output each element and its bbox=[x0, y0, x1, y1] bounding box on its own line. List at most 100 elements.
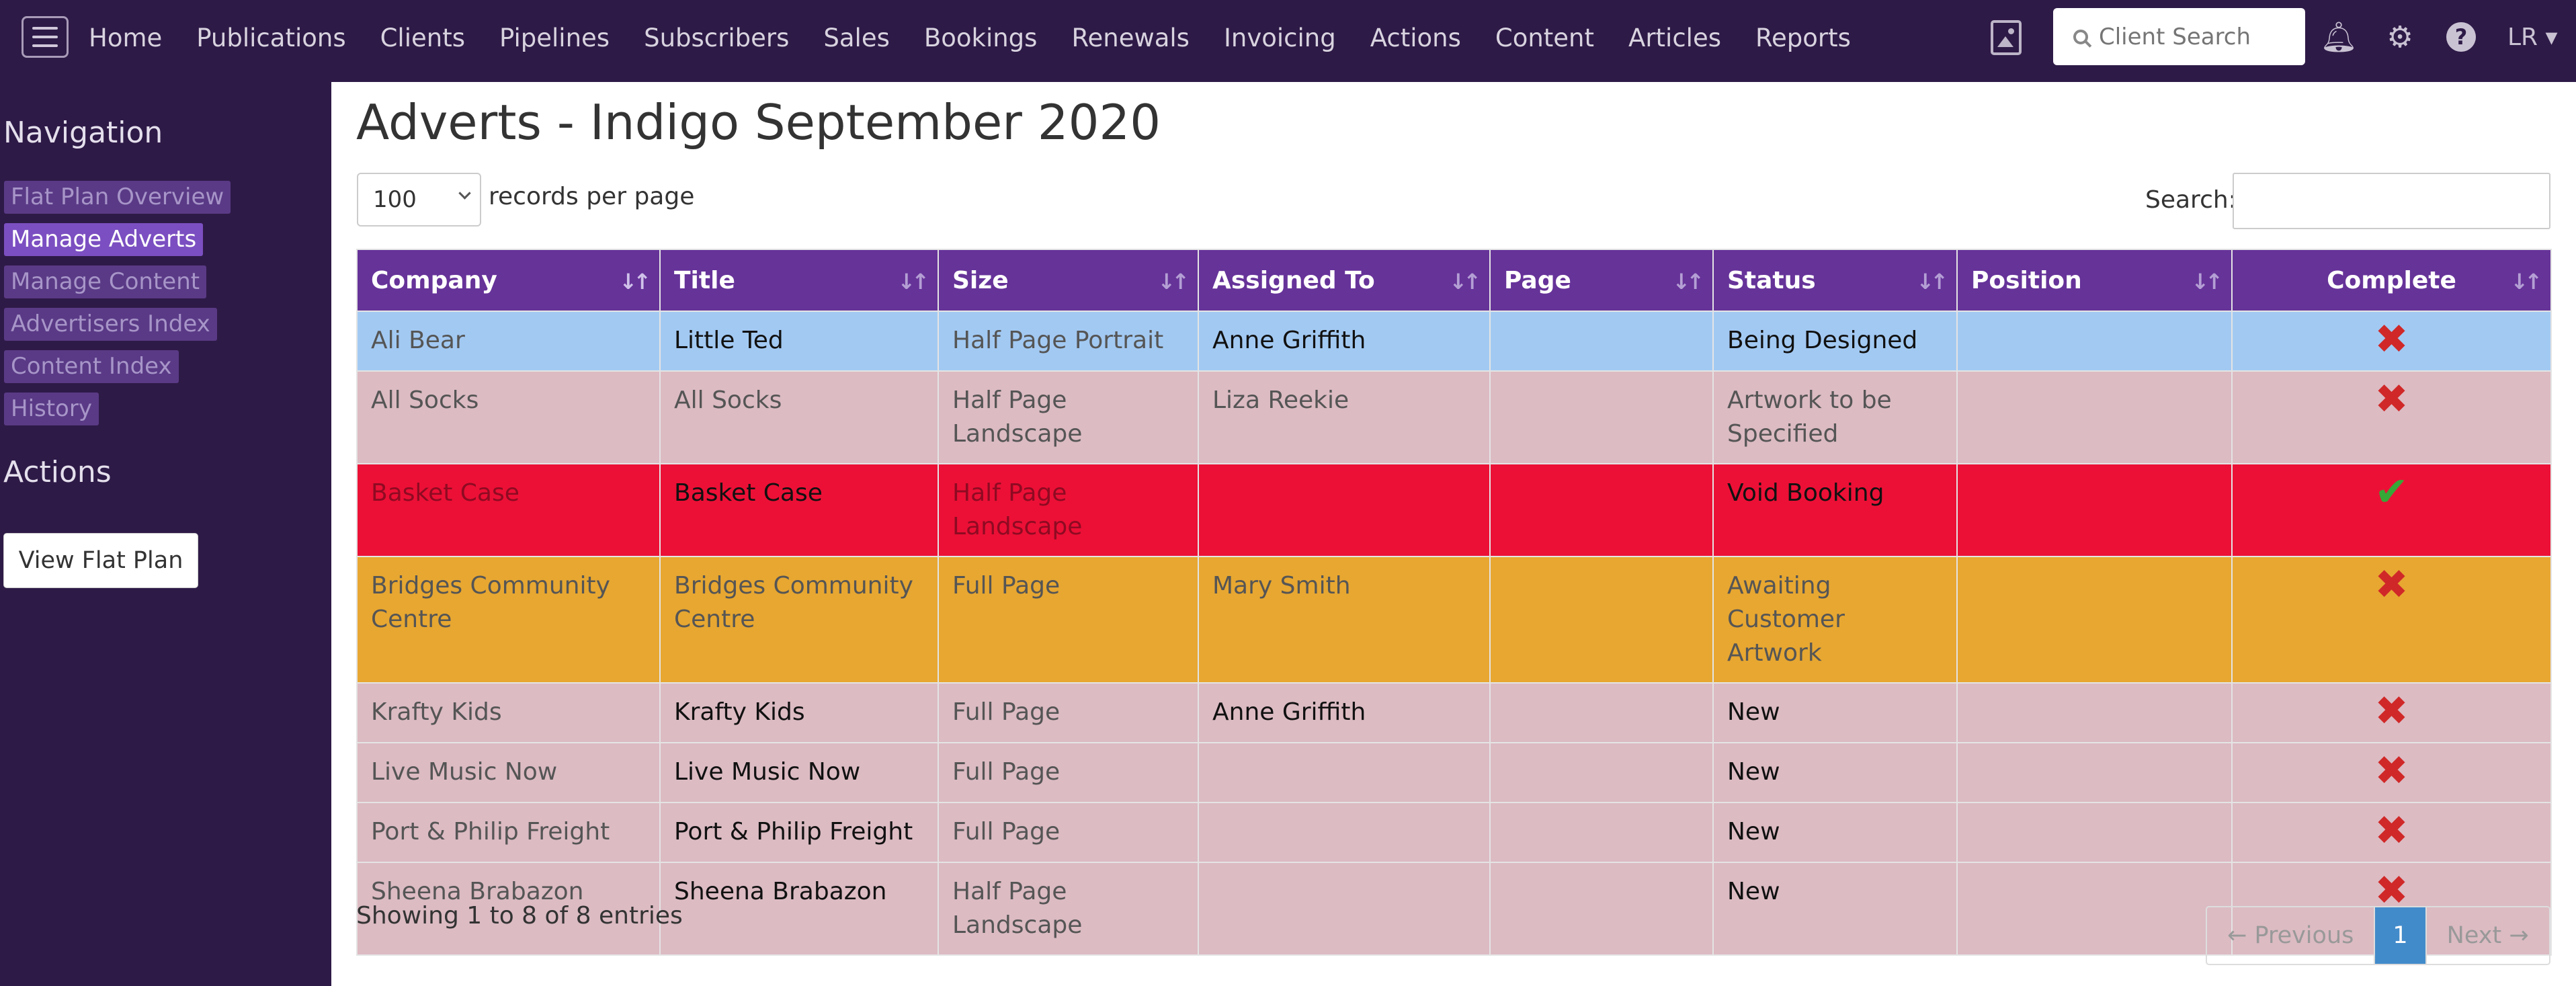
table-row[interactable]: Ali Bear Little Ted Half Page Portrait A… bbox=[356, 311, 2552, 372]
adverts-table: Company ↓↑ Title ↓↑ Size ↓↑ Assigned To ↓↑ P… bbox=[356, 249, 2552, 956]
cell-position bbox=[1956, 556, 2233, 684]
cell-company: Port & Philip Freight bbox=[356, 802, 661, 863]
sidebar-item-advertisers-index[interactable]: Advertisers Index bbox=[4, 308, 217, 341]
cell-status: New bbox=[1712, 802, 1958, 863]
cell-page bbox=[1489, 311, 1714, 372]
cell-title: Live Music Now bbox=[659, 742, 939, 803]
image-icon[interactable] bbox=[1991, 20, 2022, 55]
table-row[interactable]: Port & Philip Freight Port & Philip Frei… bbox=[356, 802, 2552, 863]
cell-complete: ✖ bbox=[2231, 682, 2552, 743]
table-row[interactable]: Bridges Community Centre Bridges Communi… bbox=[356, 556, 2552, 684]
hamburger-menu-icon[interactable] bbox=[22, 16, 69, 58]
cell-size: Full Page bbox=[938, 556, 1199, 684]
cell-page bbox=[1489, 742, 1714, 803]
adverts-table-wrapper: Company ↓↑ Title ↓↑ Size ↓↑ Assigned To ↓↑ P… bbox=[356, 249, 2552, 956]
nav-content[interactable]: Content bbox=[1495, 24, 1594, 52]
nav-sales[interactable]: Sales bbox=[823, 24, 889, 52]
column-header-status[interactable]: Status ↓↑ bbox=[1712, 249, 1958, 312]
cell-assigned-to bbox=[1198, 463, 1491, 557]
cell-status: Awaiting Customer Artwork bbox=[1712, 556, 1958, 684]
column-header-company[interactable]: Company ↓↑ bbox=[356, 249, 661, 312]
main-nav: Home Publications Clients Pipelines Subs… bbox=[89, 0, 1885, 75]
cell-position bbox=[1956, 682, 2233, 743]
search-icon bbox=[2073, 29, 2088, 44]
cell-page bbox=[1489, 556, 1714, 684]
column-header-title[interactable]: Title ↓↑ bbox=[659, 249, 939, 312]
nav-subscribers[interactable]: Subscribers bbox=[644, 24, 789, 52]
sort-icon: ↓↑ bbox=[1157, 269, 1190, 294]
cell-complete: ✔ bbox=[2231, 463, 2552, 557]
search-label: Search: bbox=[2145, 186, 2237, 214]
sort-icon: ↓↑ bbox=[2510, 269, 2542, 294]
sidebar-item-content-index[interactable]: Content Index bbox=[4, 350, 179, 383]
cross-icon: ✖ bbox=[2374, 688, 2409, 735]
sidebar-item-history[interactable]: History bbox=[4, 393, 99, 425]
nav-invoicing[interactable]: Invoicing bbox=[1224, 24, 1336, 52]
help-icon[interactable]: ? bbox=[2441, 15, 2481, 59]
client-search-box[interactable] bbox=[2053, 8, 2305, 65]
nav-clients[interactable]: Clients bbox=[380, 24, 465, 52]
top-navbar: Home Publications Clients Pipelines Subs… bbox=[0, 0, 2576, 82]
page-1-button[interactable]: 1 bbox=[2375, 907, 2425, 964]
sort-icon: ↓↑ bbox=[897, 269, 929, 294]
cell-complete: ✖ bbox=[2231, 802, 2552, 863]
sidebar-item-flat-plan-overview[interactable]: Flat Plan Overview bbox=[4, 181, 231, 214]
column-header-page[interactable]: Page ↓↑ bbox=[1489, 249, 1714, 312]
column-header-complete[interactable]: Complete ↓↑ bbox=[2231, 249, 2552, 312]
cell-assigned-to: Anne Griffith bbox=[1198, 682, 1491, 743]
cross-icon: ✖ bbox=[2374, 561, 2409, 608]
nav-reports[interactable]: Reports bbox=[1755, 24, 1851, 52]
view-flat-plan-button[interactable]: View Flat Plan bbox=[3, 533, 198, 588]
nav-bookings[interactable]: Bookings bbox=[924, 24, 1038, 52]
cell-position bbox=[1956, 463, 2233, 557]
column-header-assigned-to[interactable]: Assigned To ↓↑ bbox=[1198, 249, 1491, 312]
cell-assigned-to bbox=[1198, 742, 1491, 803]
previous-page-button[interactable]: ← Previous bbox=[2207, 907, 2376, 964]
column-header-size[interactable]: Size ↓↑ bbox=[938, 249, 1199, 312]
cell-position bbox=[1956, 802, 2233, 863]
nav-actions[interactable]: Actions bbox=[1370, 24, 1461, 52]
user-menu[interactable]: LR ▾ bbox=[2507, 24, 2558, 51]
sidebar: Navigation Flat Plan Overview Manage Adv… bbox=[0, 82, 331, 986]
nav-publications[interactable]: Publications bbox=[196, 24, 345, 52]
cross-icon: ✖ bbox=[2374, 316, 2409, 363]
records-per-page-value: 100 bbox=[373, 186, 417, 213]
check-icon: ✔ bbox=[2374, 468, 2409, 516]
cell-title: Port & Philip Freight bbox=[659, 802, 939, 863]
cell-title: All Socks bbox=[659, 370, 939, 464]
cell-title: Krafty Kids bbox=[659, 682, 939, 743]
cell-status: Void Booking bbox=[1712, 463, 1958, 557]
nav-articles[interactable]: Articles bbox=[1628, 24, 1721, 52]
cell-complete: ✖ bbox=[2231, 556, 2552, 684]
nav-pipelines[interactable]: Pipelines bbox=[499, 24, 610, 52]
table-row[interactable]: All Socks All Socks Half Page Landscape … bbox=[356, 370, 2552, 464]
table-search-input[interactable] bbox=[2233, 173, 2550, 229]
sort-icon: ↓↑ bbox=[1672, 269, 1704, 294]
cell-size: Half Page Portrait bbox=[938, 311, 1199, 372]
sidebar-item-manage-adverts[interactable]: Manage Adverts bbox=[4, 223, 204, 256]
sidebar-actions-heading: Actions bbox=[3, 455, 112, 489]
sort-icon: ↓↑ bbox=[1916, 269, 1948, 294]
nav-home[interactable]: Home bbox=[89, 24, 162, 52]
records-per-page-select[interactable]: 100 bbox=[357, 173, 481, 227]
gear-icon[interactable]: ⚙︎ bbox=[2380, 15, 2420, 59]
cross-icon: ✖ bbox=[2374, 867, 2409, 914]
bell-icon[interactable]: 🔔︎ bbox=[2319, 15, 2359, 59]
table-row[interactable]: Basket Case Basket Case Half Page Landsc… bbox=[356, 463, 2552, 557]
cell-size: Half Page Landscape bbox=[938, 862, 1199, 956]
cell-size: Full Page bbox=[938, 742, 1199, 803]
nav-renewals[interactable]: Renewals bbox=[1071, 24, 1190, 52]
table-row[interactable]: Live Music Now Live Music Now Full Page … bbox=[356, 742, 2552, 803]
sidebar-item-manage-content[interactable]: Manage Content bbox=[4, 265, 207, 298]
client-search-input[interactable] bbox=[2099, 23, 2300, 50]
cell-position bbox=[1956, 862, 2233, 956]
cell-company: Bridges Community Centre bbox=[356, 556, 661, 684]
cell-assigned-to: Liza Reekie bbox=[1198, 370, 1491, 464]
table-header-row: Company ↓↑ Title ↓↑ Size ↓↑ Assigned To ↓↑ P… bbox=[356, 249, 2552, 312]
column-header-position[interactable]: Position ↓↑ bbox=[1956, 249, 2233, 312]
next-page-button[interactable]: Next → bbox=[2425, 907, 2549, 964]
cell-status: Being Designed bbox=[1712, 311, 1958, 372]
cell-title: Basket Case bbox=[659, 463, 939, 557]
table-row[interactable]: Krafty Kids Krafty Kids Full Page Anne G… bbox=[356, 682, 2552, 743]
table-info: Showing 1 to 8 of 8 entries bbox=[356, 902, 683, 930]
